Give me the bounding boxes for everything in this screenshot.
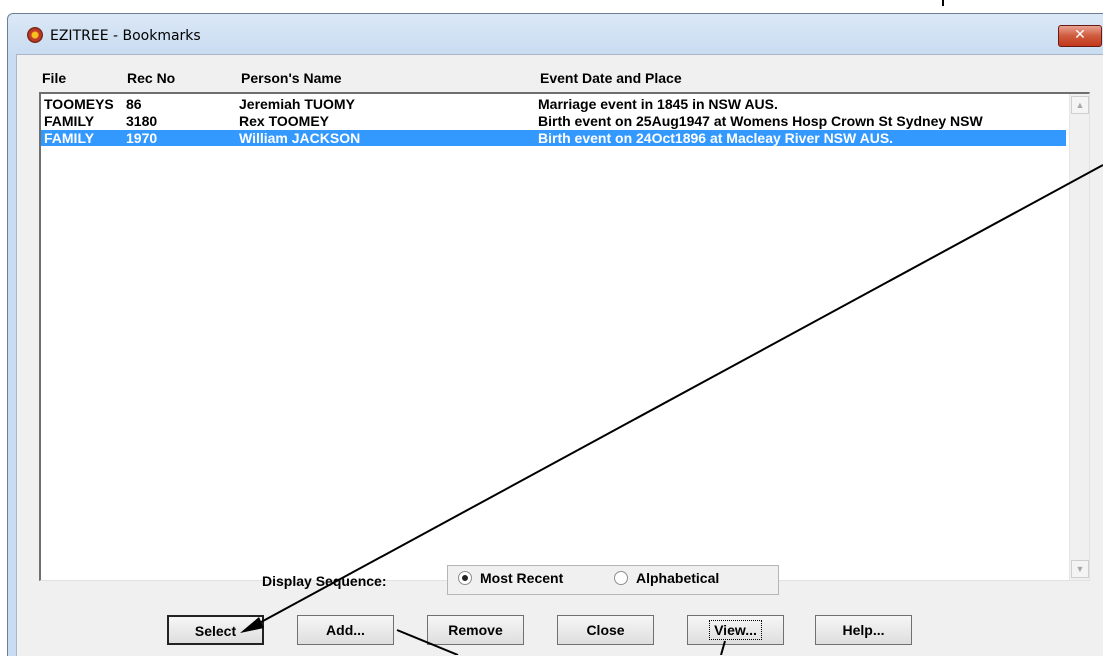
annotation-arrowhead (240, 617, 264, 633)
annotation-line-to-select (251, 164, 1103, 628)
annotation-line-from-add (396, 629, 459, 655)
annotation-arrows (240, 164, 1103, 655)
annotation-line-from-view (720, 640, 726, 655)
